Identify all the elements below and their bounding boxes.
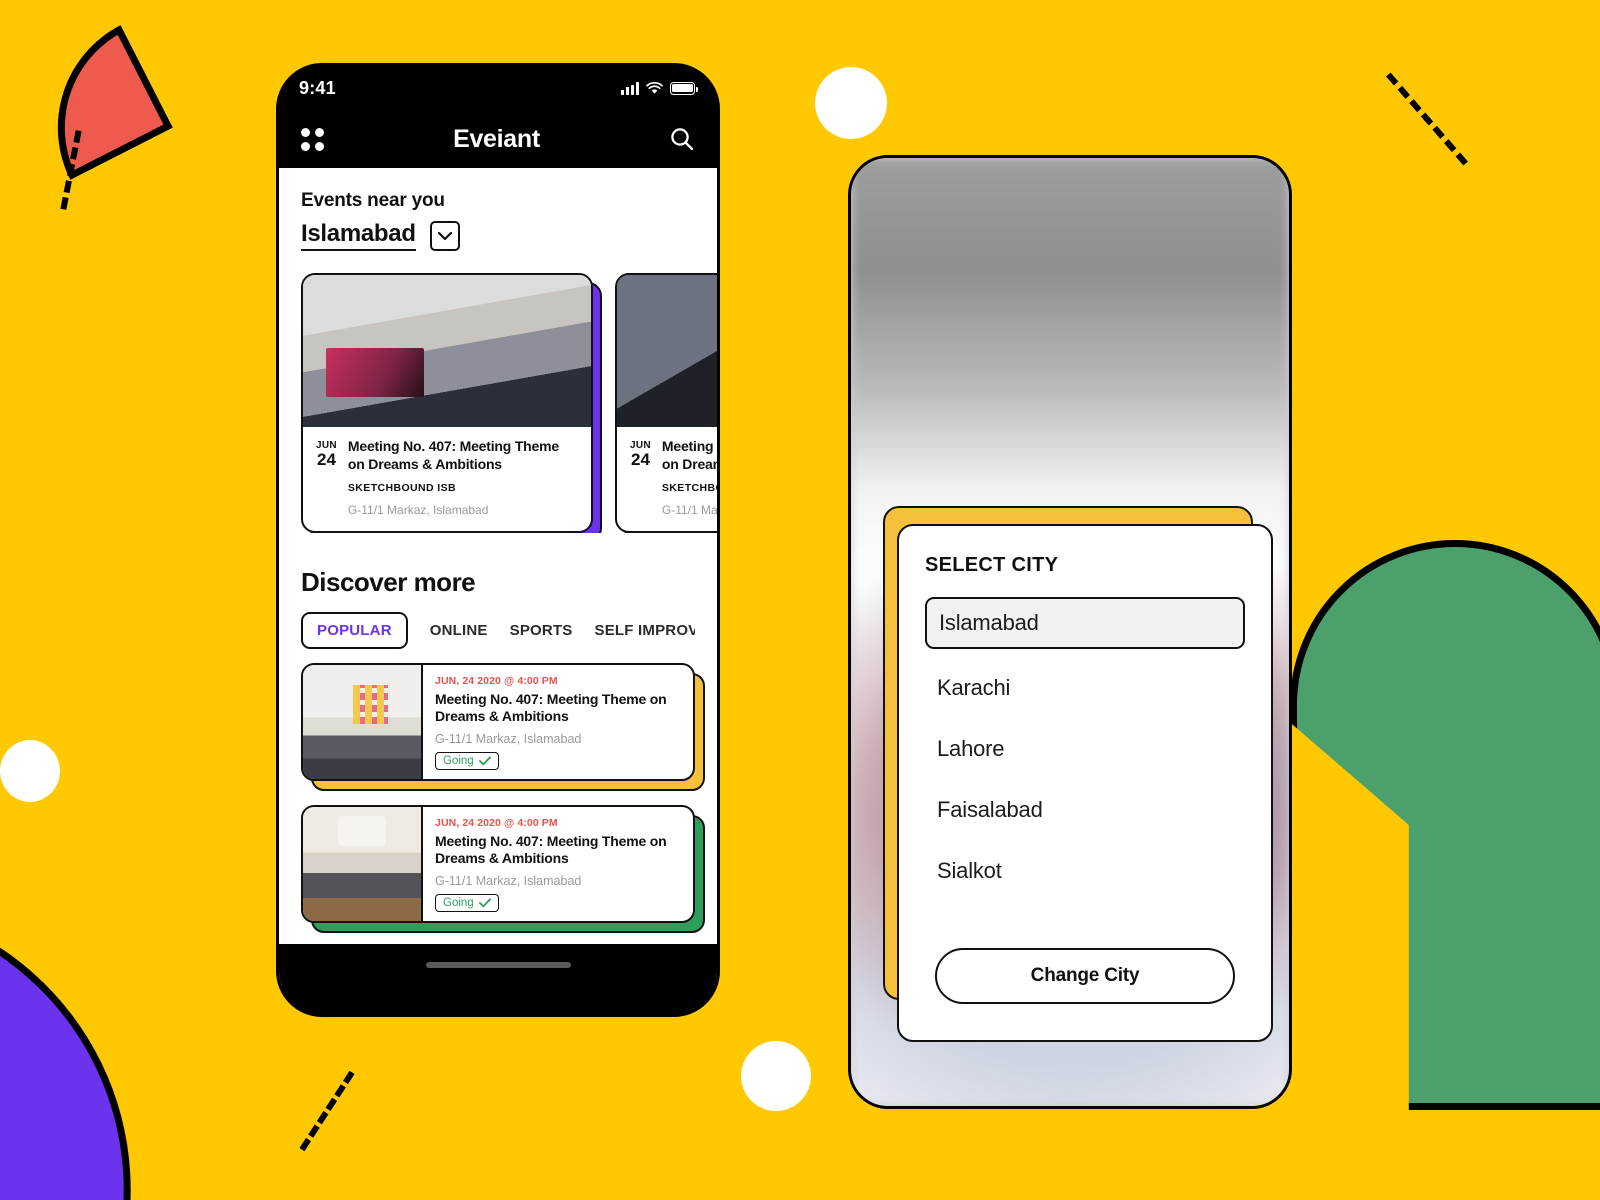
status-badge[interactable]: Going — [435, 751, 499, 770]
wifi-icon — [646, 81, 663, 94]
purple-wedge-shape — [0, 915, 210, 1200]
selected-city-label: Islamabad — [301, 220, 416, 251]
white-circle-top — [815, 67, 887, 139]
event-location: G-11/1 Markaz, Islamabad — [661, 502, 717, 517]
battery-icon — [670, 81, 698, 95]
city-selector[interactable]: Islamabad — [301, 220, 695, 251]
select-city-modal: SELECT CITY Islamabad Karachi Lahore Fai… — [897, 524, 1273, 1042]
event-location: G-11/1 Markaz, Islamabad — [435, 731, 582, 746]
status-badge[interactable]: Going — [435, 893, 499, 912]
phone-right: SELECT CITY Islamabad Karachi Lahore Fai… — [848, 155, 1292, 1109]
discover-heading: Discover more — [301, 566, 476, 597]
event-day: 24 — [630, 450, 650, 469]
event-image — [617, 275, 717, 427]
city-list[interactable]: Islamabad Karachi Lahore Faisalabad Sial… — [925, 597, 1245, 909]
city-option-lahore[interactable]: Lahore — [925, 727, 1245, 771]
near-you-section: Events near you Islamabad — [279, 168, 717, 251]
tab-sports[interactable]: SPORTS — [510, 622, 573, 639]
event-title: Meeting No. 407: Meeting Theme on Dreams… — [347, 438, 559, 472]
chevron-down-icon[interactable] — [429, 220, 460, 251]
event-title: Meeting No. 407: Meeting Theme on Dreams… — [435, 832, 667, 867]
dashed-line-bottom — [299, 1070, 355, 1152]
discover-section: Discover more POPULAR ONLINE SPORTS SELF… — [279, 567, 717, 649]
list-item[interactable]: JUN, 24 2020 @ 4:00 PM Meeting No. 407: … — [301, 804, 705, 933]
event-day: 24 — [316, 450, 336, 469]
tab-popular[interactable]: POPULAR — [301, 611, 408, 649]
event-thumbnail — [303, 664, 423, 779]
event-date: JUN 24 — [316, 438, 337, 517]
city-option-sialkot[interactable]: Sialkot — [925, 849, 1245, 893]
featured-carousel[interactable]: JUN 24 Meeting No. 407: Meeting Theme on… — [279, 273, 717, 533]
green-pie-shape — [1290, 540, 1600, 1110]
modal-title: SELECT CITY — [925, 554, 1059, 576]
check-icon — [478, 756, 491, 766]
status-time: 9:41 — [299, 77, 336, 98]
signal-icon — [621, 81, 639, 95]
featured-card[interactable]: JUN 24 Meeting No. 407: Meeting Theme on… — [615, 273, 717, 533]
event-organizer: SKETCHBOUND ISB — [347, 481, 456, 494]
status-label: Going — [443, 896, 474, 909]
event-date: JUN 24 — [630, 438, 651, 517]
city-option-faisalabad[interactable]: Faisalabad — [925, 788, 1245, 832]
list-item[interactable]: JUN, 24 2020 @ 4:00 PM Meeting No. 407: … — [301, 662, 705, 791]
check-icon — [478, 898, 491, 908]
city-option-islamabad[interactable]: Islamabad — [925, 597, 1245, 649]
event-location: G-11/1 Markaz, Islamabad — [347, 502, 489, 517]
white-circle-left — [0, 740, 60, 802]
tab-self-improvement[interactable]: SELF IMPROVEMENT — [595, 622, 695, 639]
red-wedge-shape — [18, 25, 173, 180]
change-city-button[interactable]: Change City — [935, 948, 1235, 1004]
event-title: Meeting No. 407: Meeting Theme on Dreams… — [661, 438, 717, 472]
event-image — [303, 275, 591, 427]
grid-menu-icon[interactable] — [301, 127, 324, 151]
city-option-karachi[interactable]: Karachi — [925, 666, 1245, 710]
status-bar: 9:41 — [279, 66, 717, 110]
app-screen: Events near you Islamabad JUN 24 Meeting… — [279, 168, 717, 986]
app-navbar: Eveiant — [279, 110, 717, 168]
search-icon[interactable] — [669, 126, 695, 152]
event-organizer: SKETCHBOUND ISB — [661, 481, 717, 494]
event-datetime: JUN, 24 2020 @ 4:00 PM — [435, 674, 558, 687]
tab-online[interactable]: ONLINE — [430, 622, 488, 639]
event-location: G-11/1 Markaz, Islamabad — [435, 873, 582, 888]
white-circle-bottom — [741, 1041, 811, 1111]
event-title: Meeting No. 407: Meeting Theme on Dreams… — [435, 690, 667, 725]
status-label: Going — [443, 754, 474, 767]
app-title: Eveiant — [453, 124, 540, 153]
events-near-you-label: Events near you — [301, 190, 445, 211]
dashed-line-top-right — [1386, 72, 1468, 166]
home-indicator[interactable] — [425, 962, 571, 968]
event-thumbnail — [303, 806, 423, 921]
featured-card[interactable]: JUN 24 Meeting No. 407: Meeting Theme on… — [301, 273, 602, 533]
category-tabs[interactable]: POPULAR ONLINE SPORTS SELF IMPROVEMENT — [301, 611, 695, 649]
event-datetime: JUN, 24 2020 @ 4:00 PM — [435, 816, 558, 829]
home-indicator-bar — [279, 944, 717, 986]
phone-left: 9:41 Eveiant Events near you Islamabad J… — [276, 63, 720, 1017]
status-icons — [621, 81, 698, 95]
event-list: JUN, 24 2020 @ 4:00 PM Meeting No. 407: … — [279, 662, 717, 986]
